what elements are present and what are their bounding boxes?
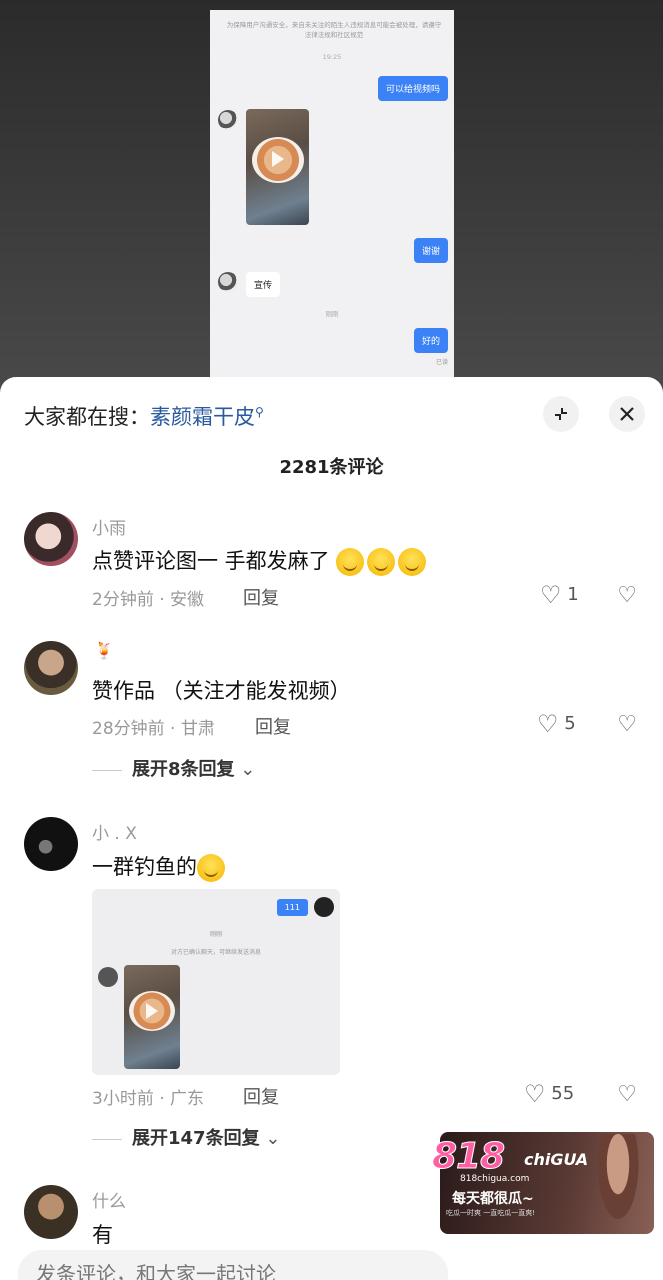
like-count: 55 [551,1083,575,1104]
smile-emoji-icon [336,548,365,576]
comment-author[interactable]: 小 . X [92,819,137,844]
chat-screenshot: 为保障用户沟通安全，来自未关注的陌生人违规消息可能会被处理，请遵守法律法规和社区… [210,10,454,382]
comment-text-content: 一群钓鱼的 [92,855,197,879]
divider [92,1138,122,1140]
heart-icon: ♡ [537,710,559,738]
expand-replies-label: 展开147条回复 [132,1128,260,1149]
reply-button[interactable]: 回复 [243,1083,279,1109]
avatar[interactable] [24,641,78,695]
ad-slogan: 每天都很瓜~ [452,1191,534,1207]
comment-text: 一群钓鱼的 [92,851,228,882]
comment-text: 点赞评论图一 手都发麻了 [92,545,429,576]
image-chat-avatar [98,967,118,987]
chat-avatar [218,272,238,292]
expand-replies-button[interactable]: 展开147条回复 ⌄ [92,1124,280,1150]
comment-text: 赞作品 （关注才能发视频） [92,679,351,703]
heart-icon: ♡ [524,1080,546,1108]
ad-figure-image [592,1134,644,1234]
collapse-button[interactable] [543,396,579,432]
chat-safety-notice: 为保障用户沟通安全，来自未关注的陌生人违规消息可能会被处理，请遵守法律法规和社区… [226,21,442,39]
avatar[interactable] [24,512,78,566]
chat-time: 刚刚 [325,310,339,318]
chat-bubble-request: 可以给视频吗 [377,76,448,101]
comment-author[interactable]: 什么 [92,1187,126,1212]
ad-logo-text: chiGUA [524,1150,589,1169]
chat-bubble-promo: 宣传 [246,272,281,297]
divider [92,769,122,771]
comment-input[interactable]: 发条评论，和大家一起讨论 [18,1250,448,1280]
heart-icon: ♡ [540,581,562,609]
avatar[interactable] [24,1185,78,1239]
expand-replies-button[interactable]: 展开8条回复 ⌄ [92,755,255,781]
watermark-ad[interactable]: 818 chiGUA 818chigua.com 每天都很瓜~ 吃瓜一时爽 一直… [431,1132,654,1234]
broken-heart-icon: ♡ [617,583,637,608]
broken-heart-icon: ♡ [617,712,637,737]
smile-emoji-icon [367,548,396,576]
laughing-tears-emoji-icon [197,854,225,882]
chat-avatar [218,110,238,130]
ad-logo: 818 [431,1136,505,1178]
search-icon: ⚲ [255,405,264,419]
image-chat-avatar [314,897,334,917]
like-button[interactable]: ♡ 5 [537,710,576,738]
chat-bubble-ok: 好的 [413,328,448,353]
avatar[interactable] [24,817,78,871]
dislike-button[interactable]: ♡ [617,583,637,608]
comment-meta: 28分钟前 · 甘肃 [92,719,215,739]
image-video-thumbnail [124,965,180,1069]
close-button[interactable] [609,396,645,432]
play-icon [146,1003,158,1019]
chevron-down-icon: ⌄ [240,759,256,780]
read-status: 已读 [435,359,448,366]
expand-replies-label: 展开8条回复 [132,759,235,780]
like-count: 1 [567,584,579,605]
comment-author[interactable]: 小雨 [92,514,126,539]
comment-image[interactable]: 111 刚刚 对方已确认聊天，可继续发送消息 [92,889,340,1075]
chat-time: 19:25 [322,53,342,61]
reply-button[interactable]: 回复 [243,584,279,610]
play-icon [272,151,284,167]
reply-button[interactable]: 回复 [255,713,291,739]
smile-emoji-icon [398,548,427,576]
trending-search[interactable]: 大家都在搜：素颜霜干皮⚲ [24,401,264,431]
trending-search-prefix: 大家都在搜： [24,405,150,429]
like-button[interactable]: ♡ 55 [524,1080,574,1108]
comment-text: 有 [92,1223,113,1247]
comment-meta: 2分钟前 · 安徽 [92,590,205,610]
shrink-icon [555,408,567,420]
trending-search-keyword[interactable]: 素颜霜干皮 [150,405,255,429]
comment-text-content: 点赞评论图一 手都发麻了 [92,549,330,573]
ad-url: 818chigua.com [460,1174,530,1184]
chevron-down-icon: ⌄ [265,1128,281,1149]
like-count: 5 [564,713,576,734]
comment-count-title: 2281条评论 [279,457,384,478]
chat-bubble-thanks: 谢谢 [413,238,448,263]
ad-subtitle: 吃瓜一时爽 一直吃瓜一直爽! [446,1209,536,1217]
dislike-button[interactable]: ♡ [617,1082,637,1107]
background-screenshot: 为保障用户沟通安全，来自未关注的陌生人违规消息可能会被处理，请遵守法律法规和社区… [0,0,663,400]
dislike-button[interactable]: ♡ [617,712,637,737]
image-chat-time: 刚刚 [209,931,222,938]
image-chat-notice: 对方已确认聊天，可继续发送消息 [170,949,261,956]
comment-author[interactable]: 🍹 [94,641,114,660]
like-button[interactable]: ♡ 1 [540,581,579,609]
broken-heart-icon: ♡ [617,1082,637,1107]
image-chat-bubble: 111 [276,899,308,916]
comment-meta: 3小时前 · 广东 [92,1089,205,1109]
chat-video-thumbnail [246,109,309,225]
close-icon [620,407,634,421]
